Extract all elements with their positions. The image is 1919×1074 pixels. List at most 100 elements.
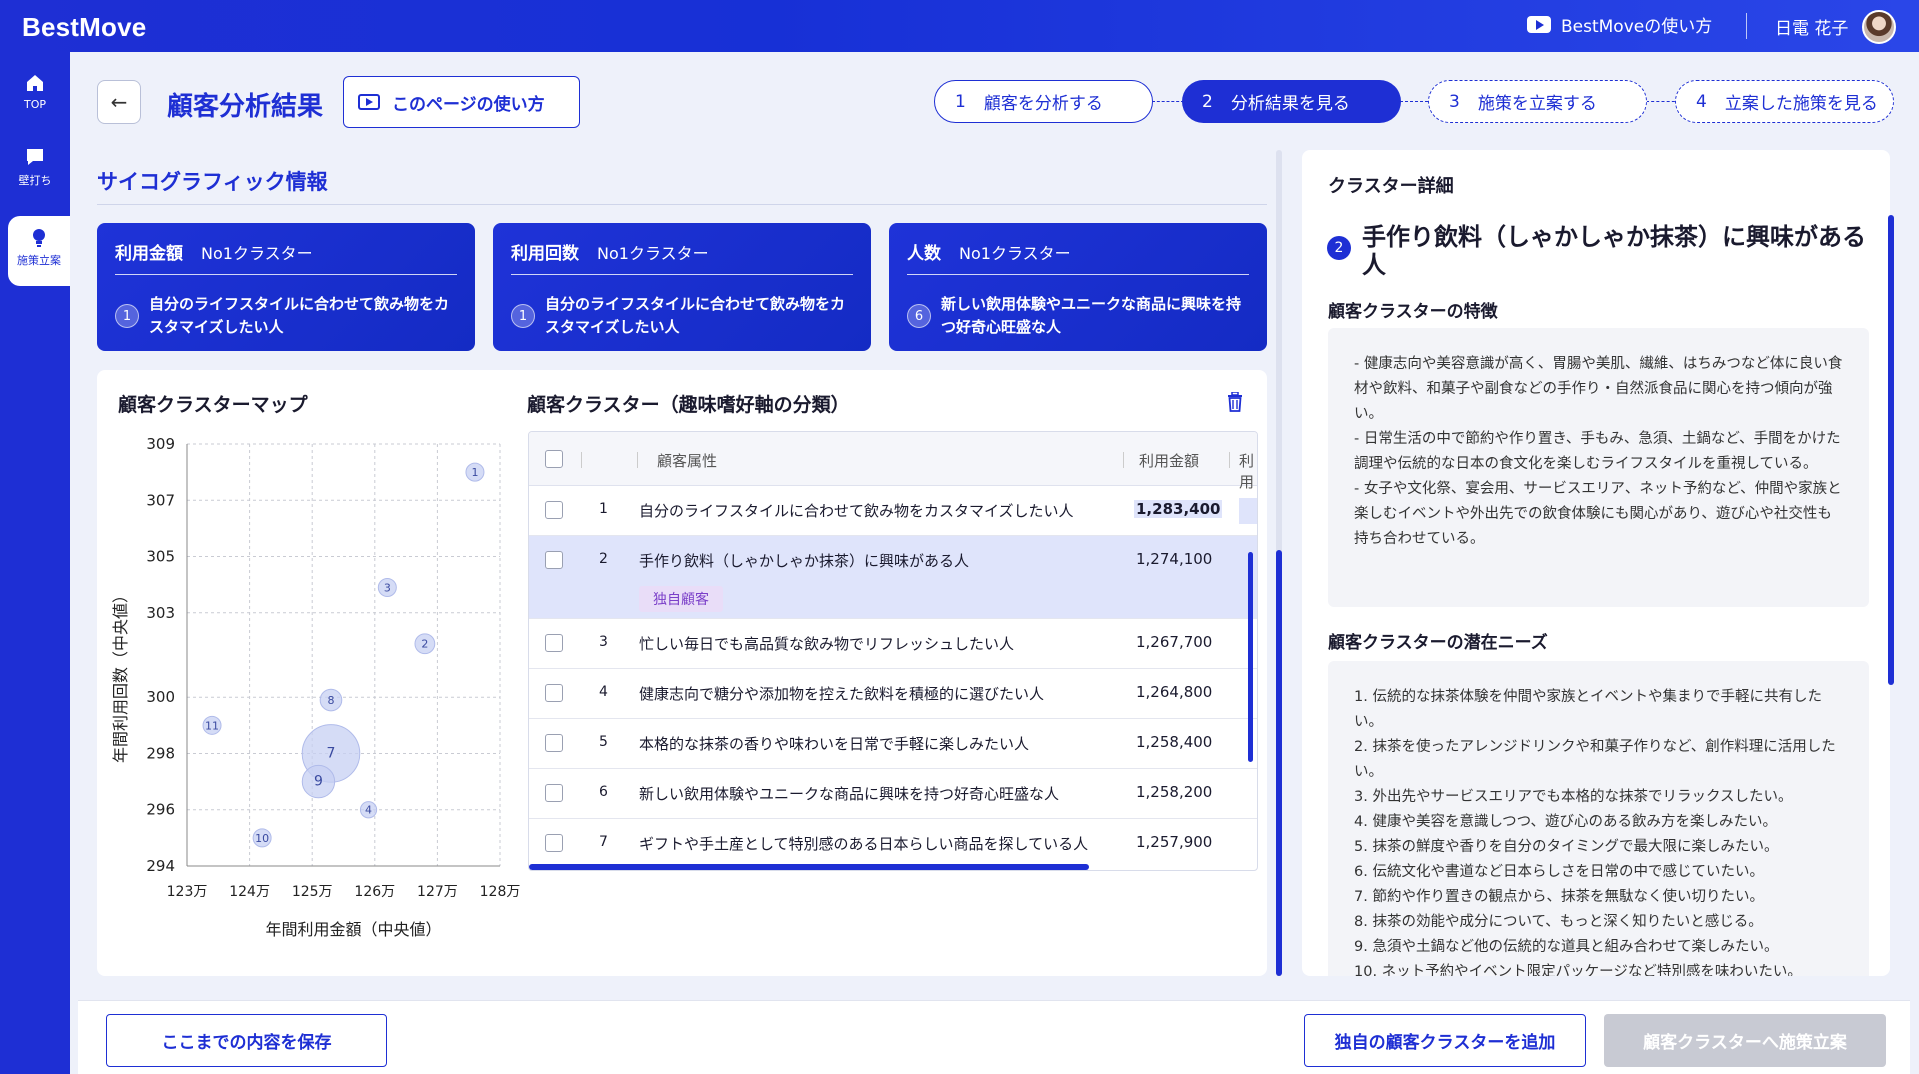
top-cluster-card-count[interactable]: 利用回数 No1クラスター 1 自分のライフスタイルに合わせて飲み物をカスタマイズし… — [493, 223, 871, 351]
column-header-attr[interactable]: 顧客属性 — [657, 450, 717, 471]
row-attr: 本格的な抹茶の香りや味わいを日常で手軽に楽しみたい人 — [639, 735, 1030, 753]
cluster-bubble-label: 4 — [365, 804, 372, 817]
y-axis-label: 年間利用回数（中央値） — [111, 587, 130, 763]
help-link[interactable]: BestMoveの使い方 — [1527, 12, 1712, 37]
home-icon — [24, 72, 46, 94]
row-checkbox[interactable] — [545, 684, 563, 702]
card-rank: No1クラスター — [201, 244, 313, 263]
top-bar: BestMove BestMoveの使い方 日電 花子 — [0, 0, 1919, 52]
select-all-checkbox[interactable] — [545, 450, 563, 468]
step-4[interactable]: 4 立案した施策を見る — [1675, 80, 1894, 123]
row-amount: 1,267,700 — [1136, 633, 1213, 651]
row-attr: 手作り飲料（しゃかしゃか抹茶）に興味がある人 — [639, 552, 970, 570]
add-custom-cluster-button[interactable]: 独自の顧客クラスターを追加 — [1304, 1014, 1586, 1067]
sidebar-item-kabeuchi[interactable]: 壁打ち — [0, 136, 70, 206]
x-tick-label: 128万 — [480, 884, 521, 900]
y-tick-label: 309 — [146, 435, 175, 453]
feature-item: - 女子や文化祭、宴会用、サービスエリア、ネット予約など、仲間や家族と楽しむイベ… — [1354, 481, 1842, 547]
sidebar-item-plan[interactable]: 施策立案 — [8, 216, 70, 286]
back-button[interactable]: ← — [97, 80, 141, 124]
step-connector — [1400, 101, 1428, 102]
step-number: 4 — [1696, 91, 1707, 112]
avatar[interactable] — [1862, 10, 1896, 44]
cluster-number: 6 — [907, 304, 931, 328]
cluster-bubble-label: 9 — [314, 774, 323, 790]
features-heading: 顧客クラスターの特徴 — [1328, 302, 1498, 322]
need-item: 7. 節約や作り置きの観点から、抹茶を無駄なく使い切りたい。 — [1354, 889, 1764, 905]
table-header: 顧客属性 利用金額 利用 — [529, 432, 1257, 491]
table-row[interactable]: 5 本格的な抹茶の香りや味わいを日常で手軽に楽しみたい人 1,258,400 — [529, 719, 1257, 769]
feature-item: - 日常生活の中で節約や作り置き、手もみ、急須、土鍋など、手間をかけた調理や伝統… — [1354, 431, 1841, 472]
step-number: 2 — [1202, 91, 1213, 112]
help-link-label: BestMoveの使い方 — [1561, 17, 1713, 37]
row-checkbox[interactable] — [545, 551, 563, 569]
divider — [97, 204, 1267, 205]
detail-scrollbar[interactable] — [1888, 215, 1894, 685]
cluster-bubble-label: 8 — [327, 694, 334, 707]
table-row-selected[interactable]: 2 手作り飲料（しゃかしゃか抹茶）に興味がある人 1,274,100 独自顧客 — [529, 536, 1257, 619]
step-3[interactable]: 3 施策を立案する — [1428, 80, 1647, 123]
row-checkbox[interactable] — [545, 501, 563, 519]
step-2[interactable]: 2 分析結果を見る — [1182, 80, 1401, 123]
arrow-left-icon: ← — [110, 90, 128, 114]
row-number: 5 — [599, 734, 608, 750]
need-item: 2. 抹茶を使ったアレンジドリンクや和菓子作りなど、創作料理に活用したい。 — [1354, 739, 1836, 780]
row-number: 4 — [599, 684, 608, 700]
save-button[interactable]: ここまでの内容を保存 — [106, 1014, 387, 1067]
step-label: 分析結果を見る — [1230, 94, 1350, 114]
top-cluster-card-people[interactable]: 人数 No1クラスター 6 新しい飲用体験やユニークな商品に興味を持つ好奇心旺盛な人 — [889, 223, 1267, 351]
row-amount: 1,257,900 — [1136, 833, 1213, 851]
step-label: 施策を立案する — [1477, 94, 1597, 114]
main-scrollbar[interactable] — [1276, 150, 1282, 976]
trash-icon[interactable] — [1226, 392, 1244, 412]
row-checkbox[interactable] — [545, 634, 563, 652]
x-tick-label: 123万 — [167, 884, 208, 900]
x-axis-label: 年間利用金額（中央値） — [265, 920, 441, 939]
top-cluster-card-amount[interactable]: 利用金額 No1クラスター 1 自分のライフスタイルに合わせて飲み物をカスタマイズし… — [97, 223, 475, 351]
cluster-number: 1 — [511, 304, 535, 328]
section-heading: サイコグラフィック情報 — [97, 170, 328, 194]
page-help-label: このページの使い方 — [392, 94, 545, 115]
user-name[interactable]: 日電 花子 — [1775, 14, 1848, 39]
step-label: 立案した施策を見る — [1724, 94, 1878, 114]
table-vertical-scrollbar[interactable] — [1248, 552, 1253, 762]
table-row[interactable]: 1 自分のライフスタイルに合わせて飲み物をカスタマイズしたい人 1,283,40… — [529, 486, 1257, 536]
y-tick-label: 303 — [146, 604, 175, 622]
page-title: 顧客分析結果 — [167, 92, 324, 122]
sidebar-item-label: 施策立案 — [17, 254, 61, 267]
row-checkbox[interactable] — [545, 734, 563, 752]
cluster-number: 1 — [115, 304, 139, 328]
table-row[interactable]: 6 新しい飲用体験やユニークな商品に興味を持つ好奇心旺盛な人 1,258,200 — [529, 769, 1257, 819]
row-checkbox[interactable] — [545, 834, 563, 852]
row-checkbox[interactable] — [545, 784, 563, 802]
column-header-amount[interactable]: 利用金額 — [1139, 450, 1199, 471]
card-metric: 利用金額 — [115, 244, 183, 264]
plan-measures-button[interactable]: 顧客クラスターへ施策立案 — [1604, 1014, 1886, 1067]
need-item: 1. 伝統的な抹茶体験を仲間や家族とイベントや集まりで手軽に共有したい。 — [1354, 689, 1822, 730]
sidebar: TOP 壁打ち 施策立案 — [0, 52, 70, 1074]
map-title: 顧客クラスターマップ — [118, 394, 308, 416]
table-horizontal-scrollbar[interactable] — [529, 864, 1089, 870]
y-tick-label: 300 — [146, 688, 175, 706]
app-logo[interactable]: BestMove — [22, 12, 146, 43]
need-item: 9. 急須や土鍋など他の伝統的な道具と組み合わせて楽しみたい。 — [1354, 939, 1779, 955]
row-attr: ギフトや手土産として特別感のある日本らしい商品を探している人 — [639, 835, 1089, 853]
y-tick-label: 305 — [146, 548, 175, 566]
table-row[interactable]: 7 ギフトや手土産として特別感のある日本らしい商品を探している人 1,257,9… — [529, 819, 1257, 869]
table-row[interactable]: 4 健康志向で糖分や添加物を控えた飲料を積極的に選びたい人 1,264,800 — [529, 669, 1257, 719]
row-amount: 1,258,200 — [1136, 783, 1213, 801]
step-number: 1 — [955, 91, 966, 112]
table-row[interactable]: 3 忙しい毎日でも高品質な飲み物でリフレッシュしたい人 1,267,700 — [529, 619, 1257, 669]
row-amount: 1,283,400 — [1134, 500, 1223, 518]
needs-heading: 顧客クラスターの潜在ニーズ — [1328, 633, 1548, 653]
cluster-map-chart[interactable]: 309307305303300298296294123万 124万 125万 126万… — [102, 430, 522, 950]
sidebar-item-top[interactable]: TOP — [0, 62, 70, 132]
y-tick-label: 307 — [146, 491, 175, 509]
page-help-button[interactable]: このページの使い方 — [343, 76, 580, 128]
need-item: 10. ネット予約やイベント限定パッケージなど特別感を味わいたい。 — [1354, 964, 1802, 976]
cluster-bubble-label: 10 — [255, 832, 269, 845]
x-tick-label: 126万 — [354, 884, 395, 900]
step-1[interactable]: 1 顧客を分析する — [934, 80, 1153, 123]
cluster-bubble-label: 3 — [384, 581, 391, 594]
sidebar-item-label: 壁打ち — [18, 174, 52, 187]
